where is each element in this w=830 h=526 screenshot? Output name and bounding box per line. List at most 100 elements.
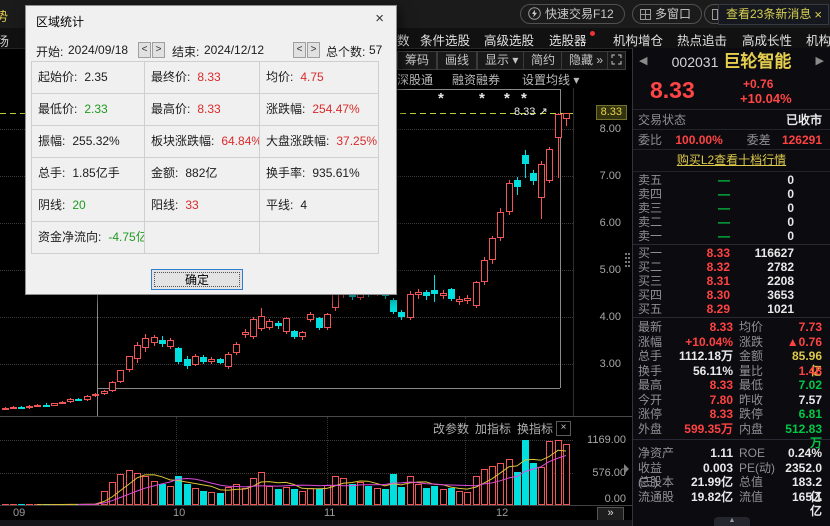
- dialog-title: 区域统计: [36, 13, 84, 30]
- prev-stock-arrow[interactable]: ◀: [639, 48, 647, 75]
- chart-link-2[interactable]: 设置均线 ▾: [522, 71, 579, 88]
- candle: [2, 408, 9, 410]
- level-quantity: 0: [730, 187, 794, 201]
- stat-label: 资金净流向:: [38, 230, 101, 244]
- panel-splitter[interactable]: [622, 88, 632, 505]
- indicator-link-2[interactable]: 换指标: [517, 420, 553, 437]
- chart-link-0[interactable]: 深股通: [397, 71, 433, 88]
- candle: [481, 260, 488, 282]
- level-spacer: [794, 187, 822, 201]
- stat-label: 换手: [638, 364, 678, 379]
- candle: [43, 405, 50, 407]
- stat-label: 阳线:: [151, 198, 178, 212]
- indicator-link-1[interactable]: 加指标: [475, 420, 511, 437]
- price-change: +0.76: [743, 77, 773, 91]
- next-stock-arrow[interactable]: ▶: [816, 48, 824, 75]
- stat-label: 涨停: [638, 407, 678, 422]
- candle: [538, 164, 545, 198]
- end-next-button[interactable]: >: [307, 42, 320, 58]
- stat-row-0: 最新8.33均价7.73: [633, 320, 830, 335]
- quick-trade-button[interactable]: 快速交易F12: [520, 4, 625, 24]
- dialog-close-icon[interactable]: ×: [375, 11, 384, 26]
- indicator-link-0[interactable]: 改参数: [433, 420, 469, 437]
- menu-item-2[interactable]: 高级选股: [484, 30, 534, 49]
- volume-bar: [497, 463, 504, 505]
- start-next-button[interactable]: >: [152, 42, 165, 58]
- menu-item-3[interactable]: 选股器: [549, 30, 587, 49]
- toolbar-button-1[interactable]: 画线: [437, 51, 477, 70]
- volume-bar: [266, 486, 273, 505]
- toolbar-button-2[interactable]: 显示 ▾: [477, 51, 526, 70]
- menu-item-4[interactable]: 机构增仓: [613, 30, 663, 49]
- splitter-grip[interactable]: [625, 253, 627, 255]
- menu-item-7[interactable]: 机构: [806, 30, 830, 49]
- l2-link[interactable]: 购买L2查看十档行情: [677, 153, 786, 167]
- toolbar-button-0[interactable]: 筹码: [397, 51, 437, 70]
- volume-bar: [192, 488, 199, 505]
- stat-value: 64.84%: [221, 134, 260, 148]
- candle: [84, 396, 91, 400]
- menu-item-6[interactable]: 高成长性: [742, 30, 792, 49]
- volume-bar: [275, 489, 282, 505]
- close-icon[interactable]: ×: [814, 5, 822, 24]
- candle: [489, 238, 496, 260]
- level-label: 卖五: [638, 173, 672, 187]
- volume-bar: [357, 482, 364, 505]
- stat-value: +10.04%: [678, 335, 733, 350]
- volume-bar: [448, 488, 455, 505]
- candle: [464, 298, 471, 301]
- window-grid-icon: [640, 9, 651, 20]
- quote-header: ◀ 002031巨轮智能 ▶: [633, 48, 830, 75]
- indicator-close-icon[interactable]: ×: [556, 421, 571, 436]
- candle: [250, 319, 257, 337]
- volume-bar: [217, 493, 224, 505]
- chart-link-1[interactable]: 融资融券: [452, 71, 500, 88]
- volume-tick-label: 0.00: [576, 493, 626, 505]
- stat-cell-2-2: 大盘涨跌幅:37.25%: [260, 126, 379, 158]
- stat-value: -4.75亿: [108, 230, 145, 244]
- stat-row-5: 今开7.80昨收7.57: [633, 393, 830, 408]
- stat-label: 大盘涨跌幅:: [266, 134, 329, 148]
- toolbar-button-3[interactable]: 简约: [523, 51, 563, 70]
- stat-label: 均价: [733, 320, 780, 335]
- end-prev-button[interactable]: <: [293, 42, 306, 58]
- volume-bar: [159, 484, 166, 505]
- candle: [217, 359, 224, 363]
- multi-window-button[interactable]: 多窗口: [632, 4, 702, 24]
- ok-button[interactable]: 确定: [151, 269, 243, 290]
- volume-bar: [407, 476, 414, 505]
- stat-value: 8.33: [678, 407, 733, 422]
- volume-bar: [117, 474, 124, 505]
- fullscreen-button[interactable]: [607, 51, 626, 70]
- high-price-label: 8.33 ↗: [514, 105, 548, 118]
- toolbar-button-4[interactable]: 隐藏 »: [561, 51, 611, 70]
- new-messages-notification[interactable]: 查看23条新消息 ×: [718, 4, 829, 25]
- volume-bar: [555, 440, 562, 505]
- stat-label: 起始价:: [38, 70, 77, 84]
- candle: [440, 293, 447, 296]
- splitter-collapse-arrow[interactable]: [624, 464, 629, 474]
- volume-bar: [167, 486, 174, 505]
- candle: [18, 407, 25, 409]
- candle: [242, 332, 249, 335]
- price-block: 8.33 +0.76 +10.04%: [633, 75, 830, 110]
- volume-pane[interactable]: 1169.00576.000.00改参数加指标换指标×: [0, 416, 632, 505]
- menu-item-0[interactable]: 数: [397, 30, 410, 49]
- menu-item-5[interactable]: 热点追击: [677, 30, 727, 49]
- bottom-strip: [0, 520, 632, 526]
- level-label: 买三: [638, 274, 672, 288]
- collapse-tab[interactable]: ▲: [714, 517, 750, 526]
- level-price: 8.29: [672, 302, 730, 316]
- stat-value: 882亿: [185, 166, 217, 180]
- level-spacer: [794, 302, 822, 316]
- volume-bar: [431, 486, 438, 505]
- volume-bar: [415, 484, 422, 505]
- candle: [431, 290, 438, 294]
- sell-row-2: 卖三—0: [633, 201, 830, 215]
- stat-value: 7.02: [780, 378, 822, 393]
- stat-label: 量比: [733, 364, 780, 379]
- candle: [415, 292, 422, 295]
- menu-item-1[interactable]: 条件选股: [420, 30, 470, 49]
- scroll-right-button[interactable]: »: [597, 507, 624, 521]
- start-prev-button[interactable]: <: [138, 42, 151, 58]
